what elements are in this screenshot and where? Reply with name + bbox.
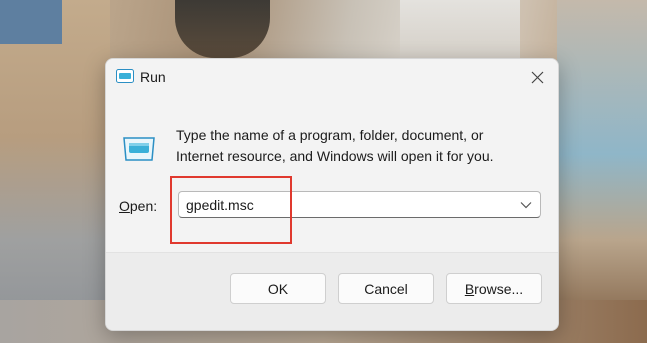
close-icon [531,71,543,83]
title-bar: Run [106,59,558,95]
open-label-accelerator: O [119,198,130,214]
open-combobox[interactable]: gpedit.msc [178,191,541,218]
background-sky [400,0,520,58]
background-wall-right [557,0,647,343]
ok-button[interactable]: OK [230,273,326,304]
button-bar: OK Cancel Browse... [106,252,558,330]
open-input[interactable]: gpedit.msc [186,197,254,213]
run-icon [116,69,134,83]
browse-label: rowse... [474,280,524,297]
cancel-button[interactable]: Cancel [338,273,434,304]
browse-button[interactable]: Browse... [446,273,542,304]
run-icon [121,135,157,163]
background-building-left [0,0,110,343]
open-label-text: pen: [129,198,158,214]
background-arch [175,0,270,58]
window-title: Run [140,69,166,85]
description-text: Type the name of a program, folder, docu… [176,125,546,167]
browse-accelerator: B [464,280,475,297]
background-window-blue [0,0,62,44]
open-label: Open: [119,198,157,214]
close-button[interactable] [516,59,558,95]
run-dialog: Run Type the name of a program, folder, … [105,58,559,331]
chevron-down-icon[interactable] [520,200,532,210]
description-line: Type the name of a program, folder, docu… [176,127,484,143]
description-line: Internet resource, and Windows will open… [176,148,494,164]
